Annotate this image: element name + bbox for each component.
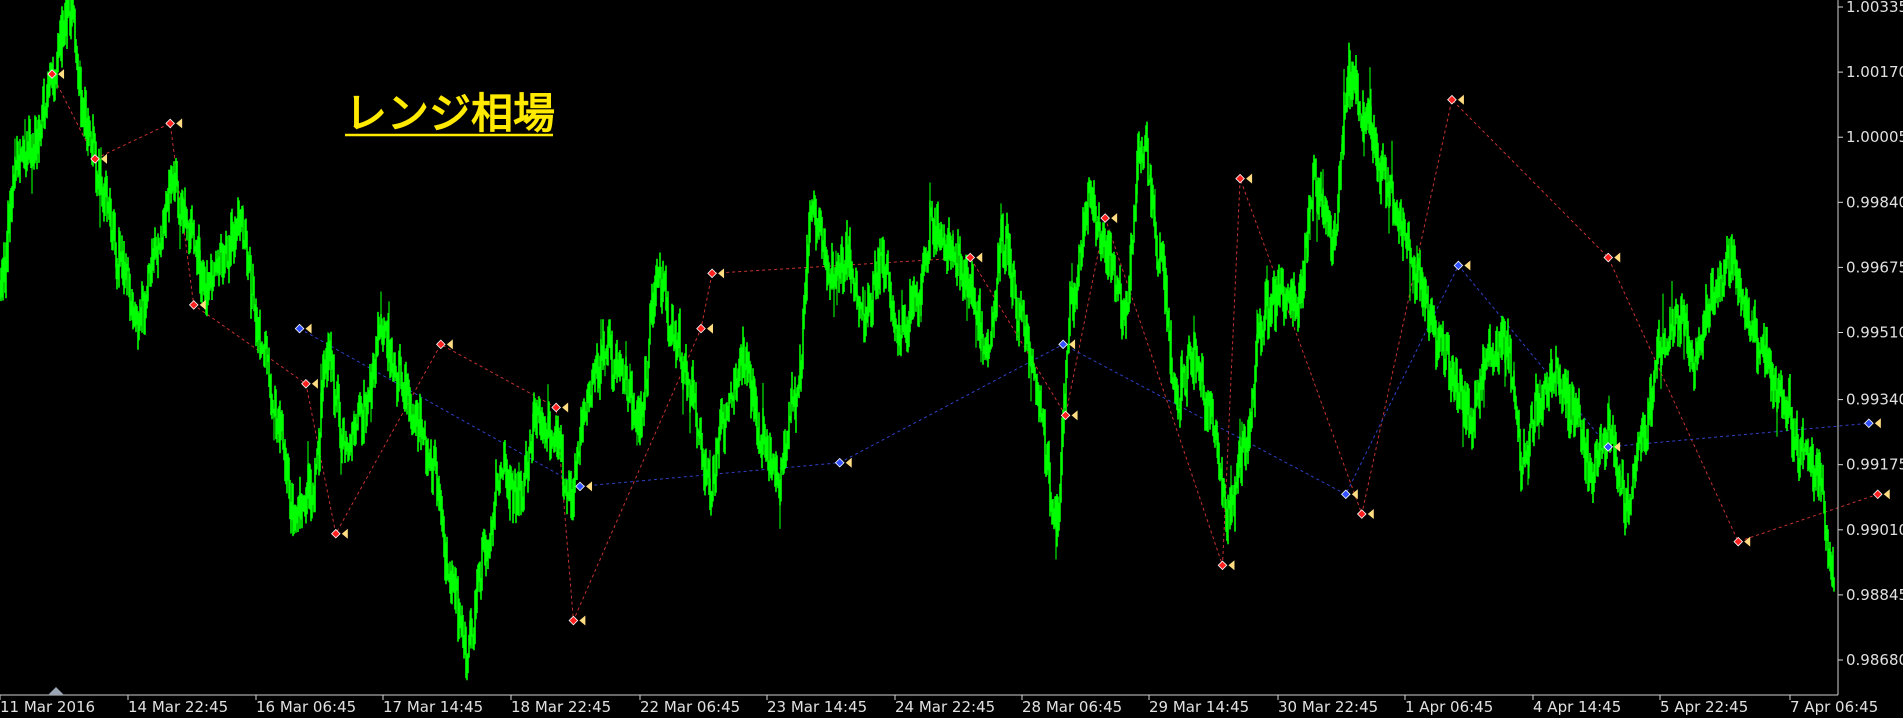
y-tick-label: 0.99340 [1846,391,1903,409]
x-tick-label: 30 Mar 22:45 [1278,698,1378,716]
y-tick-label: 0.98845 [1846,586,1903,604]
y-tick-label: 0.99675 [1846,258,1903,276]
x-tick-label: 11 Mar 2016 [0,698,95,716]
price-chart: 1.00335 1.00170 1.00005 0.99840 0.99675 0.995… [0,0,1903,718]
x-tick-label: 14 Mar 22:45 [128,698,228,716]
x-tick-label: 16 Mar 06:45 [256,698,356,716]
y-tick-label: 0.99175 [1846,456,1903,474]
x-tick-label: 22 Mar 06:45 [640,698,740,716]
x-tick-label: 18 Mar 22:45 [511,698,611,716]
y-tick-label: 1.00170 [1846,63,1903,81]
y-tick-label: 0.99840 [1846,193,1903,211]
chart-title: レンジ相場 [345,89,555,138]
y-tick-label: 0.99510 [1846,324,1903,342]
x-tick-label: 4 Apr 14:45 [1533,698,1621,716]
chart-background [0,0,1903,718]
x-tick-label: 28 Mar 06:45 [1022,698,1122,716]
y-tick-label: 0.98680 [1846,651,1903,669]
y-tick-label: 1.00005 [1846,128,1903,146]
x-tick-label: 5 Apr 22:45 [1660,698,1748,716]
x-tick-label: 29 Mar 14:45 [1149,698,1249,716]
x-axis-ticks: 11 Mar 2016 14 Mar 22:45 16 Mar 06:45 17 Ma… [0,695,1878,716]
y-tick-label: 0.99010 [1846,521,1903,539]
x-tick-label: 24 Mar 22:45 [895,698,995,716]
x-tick-label: 23 Mar 14:45 [767,698,867,716]
x-tick-label: 1 Apr 06:45 [1405,698,1493,716]
x-tick-label: 7 Apr 06:45 [1790,698,1878,716]
x-tick-label: 17 Mar 14:45 [383,698,483,716]
y-tick-label: 1.00335 [1846,0,1903,16]
